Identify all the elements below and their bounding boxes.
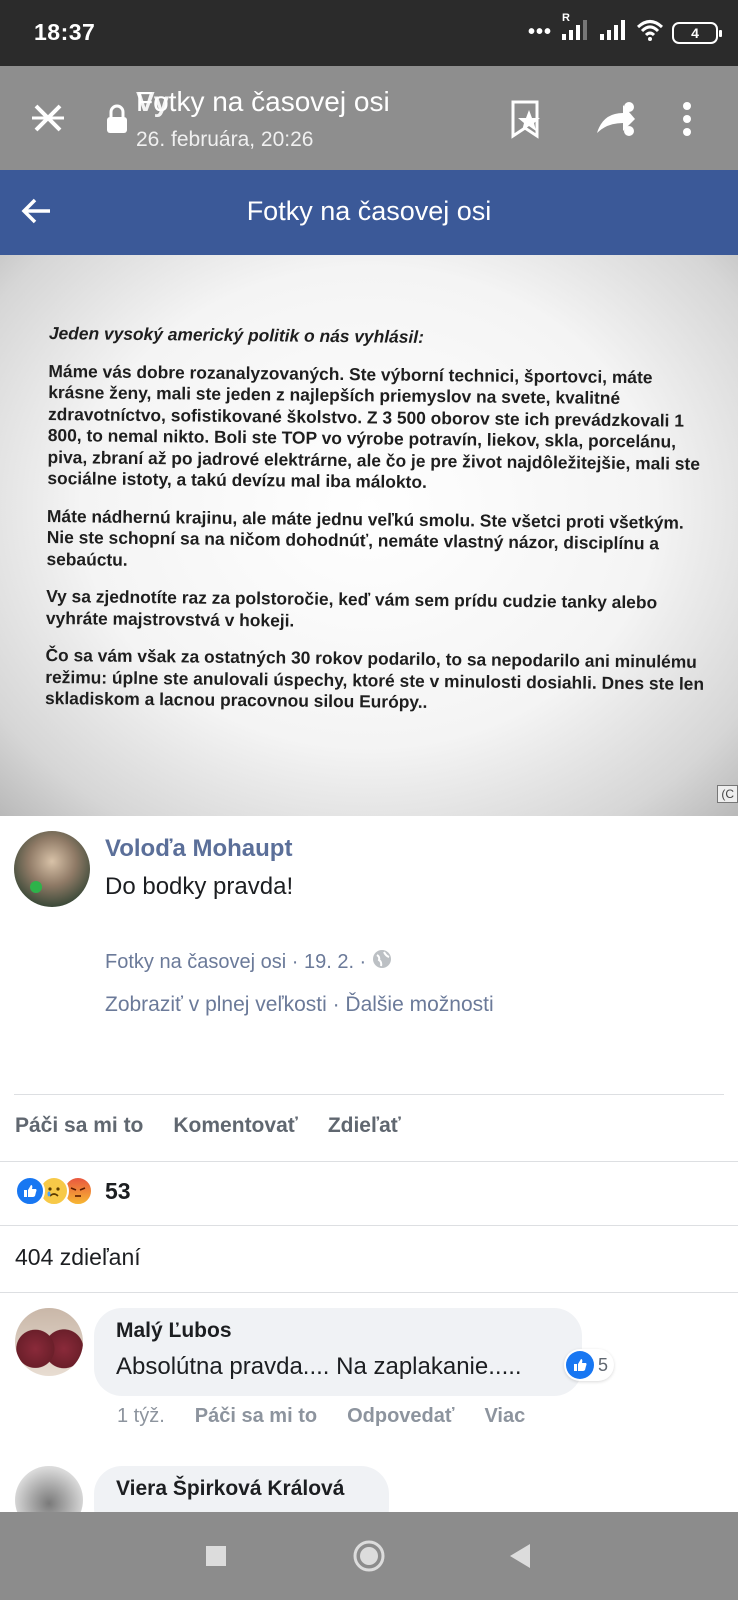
post-photo[interactable]: Jeden vysoký americký politik o nás vyhl… bbox=[0, 255, 738, 816]
comment-like-count[interactable]: 5 bbox=[564, 1349, 615, 1381]
comment-author[interactable]: Malý Ľubos bbox=[116, 1319, 232, 1343]
close-icon[interactable] bbox=[26, 96, 70, 140]
fb-header: Fotky na časovej osi bbox=[0, 170, 738, 255]
photo-watermark: (C bbox=[717, 785, 738, 803]
divider bbox=[0, 1292, 738, 1293]
viewer-title-overlay: Vy bbox=[136, 86, 170, 117]
lock-icon bbox=[104, 102, 130, 136]
comment-more-button[interactable]: Viac bbox=[484, 1405, 525, 1428]
divider bbox=[0, 1161, 738, 1162]
globe-icon bbox=[372, 949, 392, 975]
like-icon bbox=[15, 1176, 45, 1206]
comment-like-button[interactable]: Páči sa mi to bbox=[195, 1405, 317, 1428]
share-count[interactable]: 404 zdieľaní bbox=[15, 1244, 141, 1271]
comment-button[interactable]: Komentovať bbox=[173, 1114, 297, 1138]
photo-paragraph: Máte nádhernú krajinu, ale máte jednu ve… bbox=[46, 505, 684, 570]
share-icon[interactable] bbox=[592, 96, 638, 142]
share-button[interactable]: Zdieľať bbox=[328, 1114, 401, 1138]
viewer-toolbar: Fotky na časovej osi Vy 26. februára, 20… bbox=[0, 66, 738, 170]
comment-author[interactable]: Viera Špirková Králová bbox=[116, 1477, 344, 1501]
photo-paragraph: Čo sa vám však za ostatných 30 rokov pod… bbox=[44, 644, 705, 712]
comment-avatar[interactable] bbox=[15, 1308, 83, 1376]
home-button[interactable] bbox=[329, 1512, 409, 1600]
post-links[interactable]: Zobraziť v plnej veľkosti · Ďalšie možno… bbox=[105, 993, 494, 1017]
reaction-count: 53 bbox=[105, 1177, 131, 1204]
photo-paragraph: Vy sa zjednotíte raz za polstoročie, keď… bbox=[45, 585, 658, 631]
online-badge-icon bbox=[30, 881, 42, 893]
reactions-summary[interactable]: 53 bbox=[15, 1176, 131, 1206]
status-time: 18:37 bbox=[34, 19, 96, 45]
post-text: Do bodky pravda! bbox=[105, 873, 294, 900]
bookmark-star-icon[interactable] bbox=[504, 96, 550, 142]
comment-actions: 1 týž. Páči sa mi to Odpovedať Viac bbox=[117, 1405, 525, 1428]
post-meta-text[interactable]: Fotky na časovej osi · 19. 2. · bbox=[105, 951, 366, 974]
comment-text: Absolútna pravda.... Na zaplakanie..... bbox=[116, 1353, 522, 1380]
status-bar: 18:37 ••• R 4 bbox=[0, 0, 738, 66]
roaming-indicator: R bbox=[562, 12, 570, 24]
signal-icon-2 bbox=[598, 18, 628, 47]
status-icons: ••• R 4 bbox=[527, 12, 722, 47]
comment-time: 1 týž. bbox=[117, 1405, 165, 1427]
post-actions: Páči sa mi to Komentovať Zdieľať bbox=[15, 1114, 401, 1138]
like-icon bbox=[566, 1351, 594, 1379]
fb-header-title: Fotky na časovej osi bbox=[246, 196, 492, 226]
photo-heading: Jeden vysoký americký politik o nás vyhl… bbox=[48, 323, 425, 347]
comment-reply-button[interactable]: Odpovedať bbox=[347, 1405, 454, 1428]
divider bbox=[14, 1094, 724, 1095]
comment-like-number: 5 bbox=[598, 1354, 609, 1375]
author-avatar[interactable] bbox=[14, 831, 90, 907]
more-options-icon[interactable] bbox=[672, 96, 702, 142]
like-button[interactable]: Páči sa mi to bbox=[15, 1114, 143, 1138]
post-meta: Fotky na časovej osi · 19. 2. · bbox=[105, 949, 392, 975]
signal-icon: R bbox=[560, 12, 590, 47]
viewer-title: Fotky na časovej osi bbox=[136, 86, 390, 117]
recents-button[interactable] bbox=[176, 1512, 256, 1600]
divider bbox=[0, 1225, 738, 1226]
back-button[interactable] bbox=[480, 1512, 560, 1600]
photo-text: Jeden vysoký americký politik o nás vyhl… bbox=[45, 323, 709, 732]
system-nav-bar bbox=[0, 1512, 738, 1600]
wifi-icon bbox=[636, 18, 664, 47]
dots-icon: ••• bbox=[527, 21, 552, 43]
battery-icon: 4 bbox=[672, 21, 722, 44]
post-author[interactable]: Voloďa Mohaupt bbox=[105, 835, 292, 863]
photo-paragraph: Máme vás dobre rozanalyzovaných. Ste výb… bbox=[47, 360, 701, 492]
viewer-subtitle: 26. februára, 20:26 bbox=[136, 128, 314, 151]
